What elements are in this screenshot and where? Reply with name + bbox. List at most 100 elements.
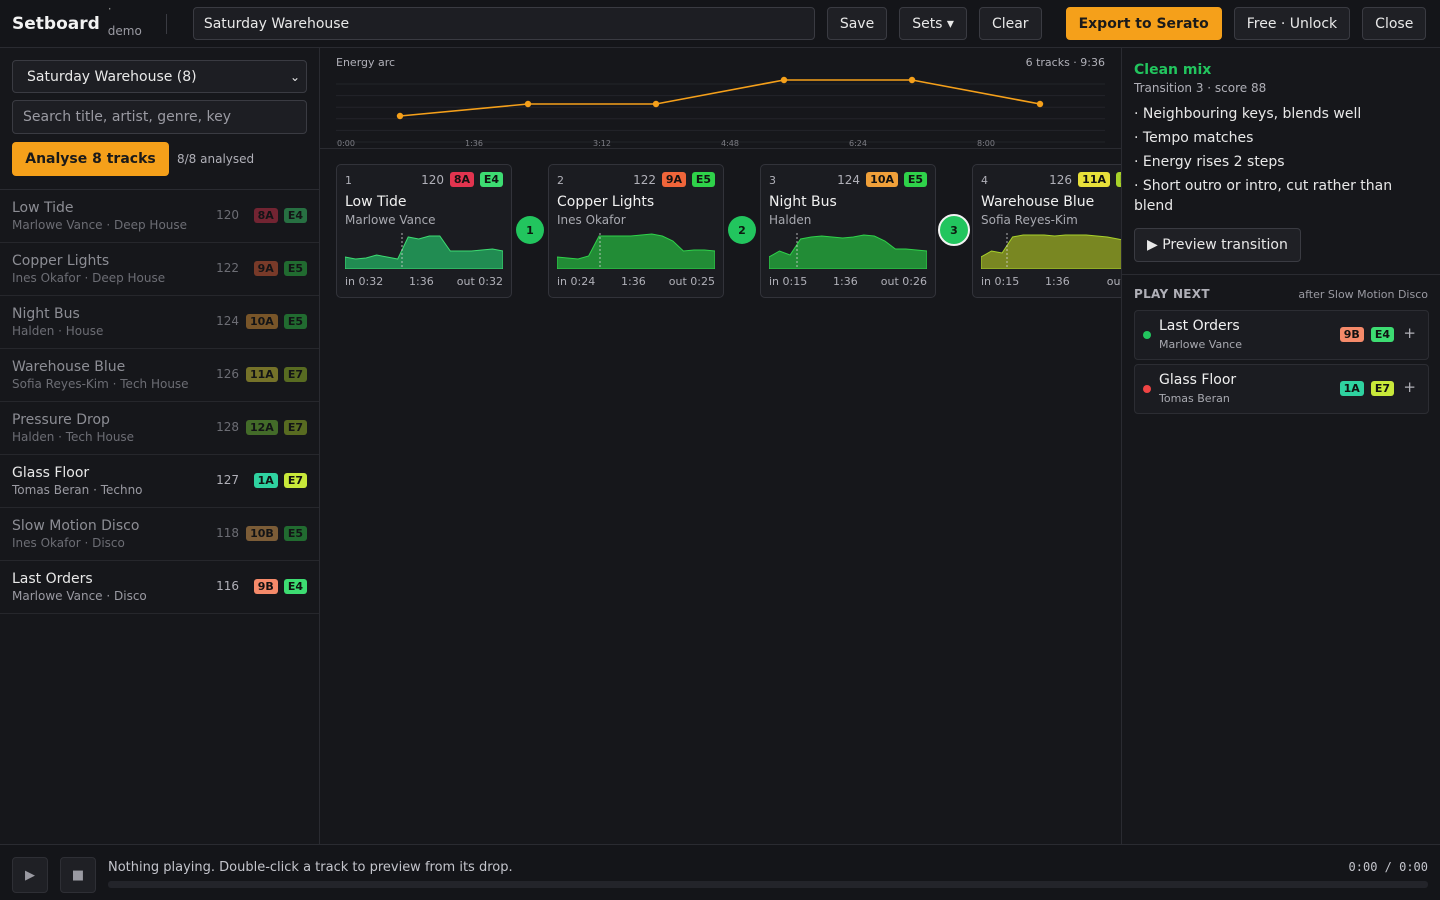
track-badges: 11A E7	[246, 367, 307, 382]
energy-badge: E5	[283, 261, 307, 276]
drop-time: 1:36	[621, 275, 646, 288]
play-next-item[interactable]: Last Orders Marlowe Vance 9B E4 +	[1134, 310, 1429, 360]
key-badge: 9A	[253, 261, 278, 276]
play-next-after: after Slow Motion Disco	[1298, 288, 1428, 301]
stop-icon: ■	[71, 867, 85, 883]
close-button[interactable]: Close	[1362, 7, 1427, 40]
track-bpm: 116	[216, 579, 239, 593]
mix-reason: · Energy rises 2 steps	[1134, 154, 1285, 170]
chevron-down-icon: ⌄	[289, 70, 300, 84]
player-bar: ▶ ■ Nothing playing. Double-click a trac…	[0, 844, 1440, 900]
key-badge: 9B	[253, 579, 278, 594]
track-badges: 12A E7	[246, 420, 307, 435]
track-bpm: 120	[216, 208, 239, 222]
energy-point	[652, 100, 660, 108]
energy-arc-chart: Energy arc 6 tracks · 9:36 0:00 1:36 3:12 4…	[320, 48, 1121, 149]
track-bpm: 127	[216, 473, 239, 487]
energy-badge: E7	[283, 367, 307, 382]
card-title: Low Tide	[345, 194, 407, 210]
energy-tick-label: 3:12	[593, 139, 611, 148]
set-card[interactable]: 2 122 9A E5 Copper Lights Ines Okafor in 0:24 1…	[548, 164, 724, 298]
play-next-title: Last Orders	[1159, 318, 1240, 334]
track-row[interactable]: Slow Motion Disco Ines Okafor · Disco 118 1…	[0, 508, 319, 561]
play-next-badges: 9B E4	[1339, 327, 1394, 342]
set-name-input[interactable]	[192, 7, 815, 40]
save-button[interactable]: Save	[826, 7, 888, 40]
track-bpm: 118	[216, 526, 239, 540]
track-bpm: 122	[216, 261, 239, 275]
track-row[interactable]: Last Orders Marlowe Vance · Disco 116 9B E4	[0, 561, 319, 614]
track-row[interactable]: Low Tide Marlowe Vance · Deep House 120 8A E…	[0, 190, 319, 243]
card-bpm: 124	[837, 173, 860, 187]
drop-time: 1:36	[409, 275, 434, 288]
card-title: Warehouse Blue	[981, 194, 1095, 210]
track-badges: 9B E4	[253, 579, 307, 594]
play-next-item[interactable]: Glass Floor Tomas Beran 1A E7 +	[1134, 364, 1429, 414]
key-badge: 1A	[253, 473, 278, 488]
energy-tick-label: 4:48	[721, 139, 739, 148]
mix-reason: · Neighbouring keys, blends well	[1134, 106, 1362, 122]
energy-badge: E5	[283, 314, 307, 329]
energy-badge: E5	[283, 526, 307, 541]
set-card[interactable]: 412611AE7Warehouse BlueSofia Reyes-Kimin…	[972, 164, 1121, 298]
clear-button[interactable]: Clear	[978, 7, 1042, 40]
energy-tick-label: 6:24	[849, 139, 867, 148]
energy-badge: E4	[283, 208, 307, 223]
header-divider	[165, 13, 167, 34]
track-bpm: 128	[216, 420, 239, 434]
mix-reason: · Short outro or intro, cut rather than …	[1134, 178, 1393, 214]
set-select[interactable]: Saturday Warehouse (8) ⌄	[12, 60, 307, 93]
energy-line	[399, 79, 1041, 117]
player-time: 0:00 / 0:00	[1348, 860, 1428, 874]
transition-marker[interactable]: 2	[728, 216, 756, 244]
set-card[interactable]: 3 124 10A E5 Night Bus Halden in 0:15 1:36 out 0…	[760, 164, 936, 298]
energy-badge: E4	[1370, 327, 1394, 342]
play-icon: ▶	[25, 867, 35, 883]
mix-reason: · Tempo matches	[1134, 130, 1254, 146]
energy-badge: E7	[283, 473, 307, 488]
key-badge: 1A	[1339, 381, 1364, 396]
search-input[interactable]	[12, 100, 307, 134]
add-track-icon[interactable]: +	[1403, 378, 1416, 396]
drop-time: 1:36	[833, 275, 858, 288]
track-badges: 8A E4	[253, 208, 307, 223]
set-card[interactable]: 1 120 8A E4 Low Tide Marlowe Vance in 0:32 1:36…	[336, 164, 512, 298]
track-row[interactable]: Night Bus Halden · House 124 10A E5	[0, 296, 319, 349]
key-badge: 9B	[1339, 327, 1364, 342]
energy-point	[524, 100, 532, 108]
transition-marker[interactable]: 1	[516, 216, 544, 244]
export-serato-button[interactable]: Export to Serato	[1065, 7, 1222, 40]
sets-dropdown-button[interactable]: Sets ▾	[899, 7, 967, 40]
play-next-badges: 1A E7	[1339, 381, 1394, 396]
card-bpm: 120	[421, 173, 444, 187]
play-button[interactable]: ▶	[12, 857, 48, 893]
waveform-shape	[981, 234, 1121, 269]
energy-badge: E5	[691, 172, 715, 187]
set-select-value: Saturday Warehouse (8)	[27, 68, 197, 85]
track-row[interactable]: Pressure Drop Halden · Tech House 128 12A E7	[0, 402, 319, 455]
energy-point	[780, 76, 788, 84]
card-position: 1	[345, 174, 352, 187]
analysed-status: 8/8 analysed	[177, 152, 255, 166]
play-next-artist: Marlowe Vance	[1159, 338, 1242, 351]
energy-point	[1036, 100, 1044, 108]
preview-transition-button[interactable]: ▶ Preview transition	[1134, 228, 1301, 262]
compatibility-dot-icon	[1143, 331, 1151, 339]
mix-reasons: · Neighbouring keys, blends well · Tempo …	[1134, 104, 1430, 220]
stop-button[interactable]: ■	[60, 857, 96, 893]
key-badge: 10A	[866, 172, 898, 187]
cue-out-time: out 0:26	[880, 275, 927, 288]
track-row[interactable]: Glass Floor Tomas Beran · Techno 127 1A E7	[0, 455, 319, 508]
player-progress-bar[interactable]	[108, 881, 1428, 888]
cue-in-time: in 0:15	[981, 275, 1020, 288]
energy-tick-label: 8:00	[977, 139, 995, 148]
track-row[interactable]: Copper Lights Ines Okafor · Deep House 122…	[0, 243, 319, 296]
transition-marker[interactable]: 3	[938, 214, 970, 246]
add-track-icon[interactable]: +	[1403, 324, 1416, 342]
panel-divider	[1122, 274, 1440, 275]
unlock-button[interactable]: Free · Unlock	[1233, 7, 1351, 40]
key-badge: 9A	[661, 172, 686, 187]
analyse-tracks-button[interactable]: Analyse 8 tracks	[12, 142, 169, 176]
track-row[interactable]: Warehouse Blue Sofia Reyes-Kim · Tech Hou…	[0, 349, 319, 402]
app-brand: Setboard	[12, 13, 100, 34]
